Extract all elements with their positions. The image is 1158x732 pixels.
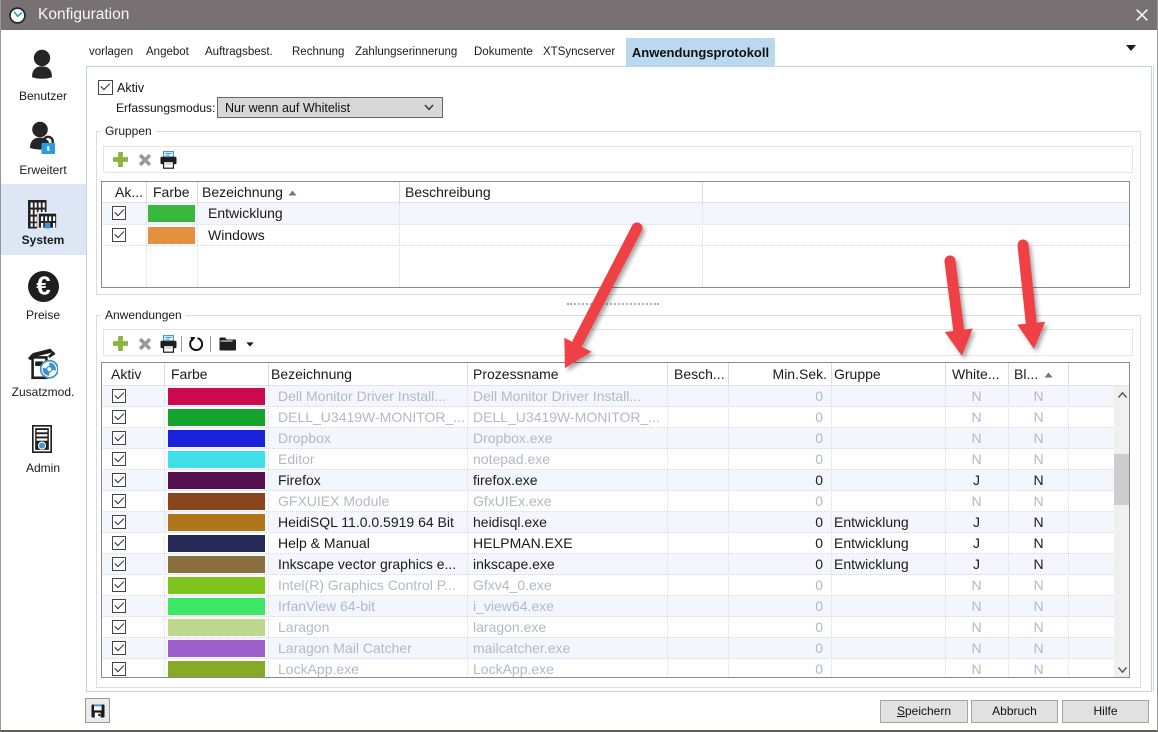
svg-text:€: €: [36, 271, 50, 301]
